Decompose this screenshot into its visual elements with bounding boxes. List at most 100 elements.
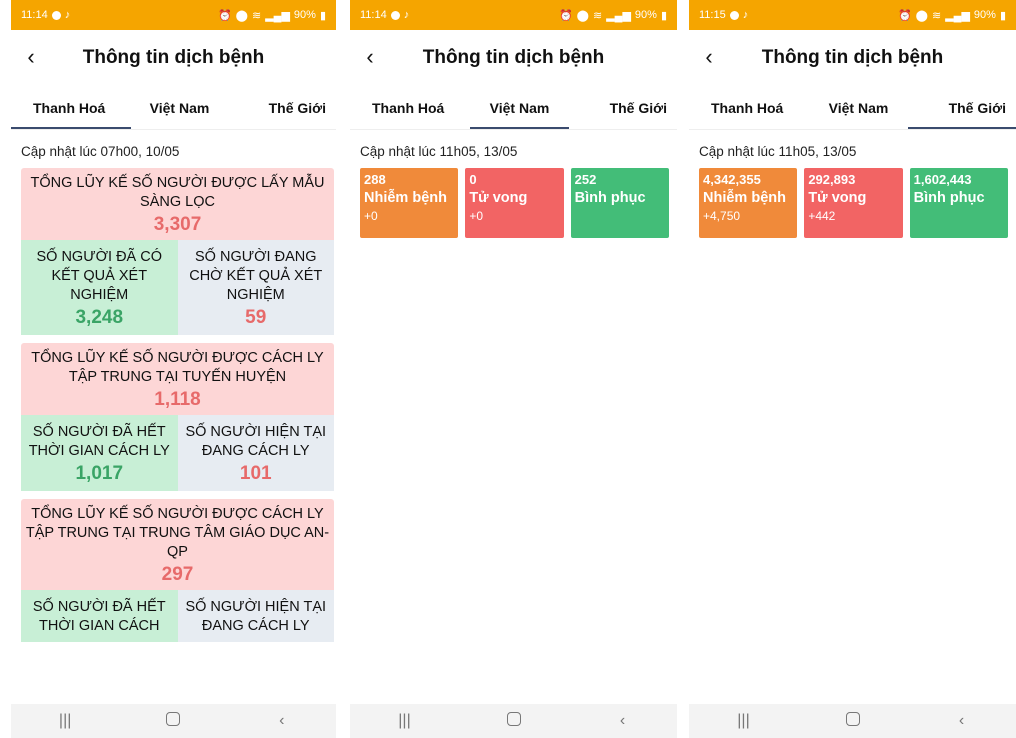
battery-icon: ▮	[660, 9, 667, 22]
updated-time: Cập nhật lúc 07h00, 10/05	[21, 144, 180, 159]
app-notification-icon	[390, 10, 400, 20]
screen-viet-nam: 11:14 ♪ ⏰ ⬤ ≋ ▂▄▆ 90% ▮ ‹ Thông tin dịch bệnh …	[350, 0, 677, 738]
home-icon	[506, 711, 521, 726]
stats-row: 4,342,355 Nhiễm bệnh +4,750 292,893 Tử v…	[689, 168, 1016, 238]
section-title: TỔNG LŨY KẾ SỐ NGƯỜI ĐƯỢC LẤY MẪU SÀNG L…	[30, 175, 325, 210]
tab-thanh-hoa[interactable]: Thanh Hoá	[350, 86, 470, 129]
quarantined-value: 101	[239, 463, 272, 484]
home-button[interactable]	[833, 711, 873, 731]
location-icon: ⬤	[235, 9, 248, 22]
region-tabs: Thanh Hoá Việt Nam Thế Giới	[689, 86, 1016, 130]
status-bar: 11:14 ♪ ⏰ ⬤ ≋ ▂▄▆ 90% ▮	[11, 0, 336, 30]
updated-time: Cập nhật lúc 11h05, 13/05	[360, 144, 518, 159]
tab-the-gioi[interactable]: Thế Giới	[228, 86, 336, 129]
app-bar: ‹ Thông tin dịch bệnh	[350, 30, 677, 86]
section-total: 297	[161, 564, 194, 585]
home-button[interactable]	[153, 711, 193, 731]
recovered-value: 252	[574, 172, 597, 187]
recovered-card: 1,602,443 Bình phục	[909, 168, 1008, 238]
page-title: Thông tin dịch bệnh	[82, 47, 265, 68]
tiktok-icon: ♪	[64, 9, 71, 21]
infected-value: 4,342,355	[703, 172, 761, 187]
tiktok-icon: ♪	[403, 9, 410, 21]
pending-value: 59	[245, 307, 267, 328]
signal-icon: ▂▄▆	[945, 9, 970, 22]
system-nav-bar: ||| ‹	[350, 704, 677, 738]
system-nav-bar: ||| ‹	[11, 704, 336, 738]
page-title: Thông tin dịch bệnh	[422, 47, 605, 68]
app-bar: ‹ Thông tin dịch bệnh	[689, 30, 1016, 86]
recovered-card: 252 Bình phục	[570, 168, 669, 238]
back-button[interactable]: ‹	[262, 712, 302, 730]
back-arrow-icon[interactable]: ‹	[21, 46, 41, 68]
deaths-delta: +0	[469, 209, 484, 223]
recents-button[interactable]: |||	[385, 712, 425, 730]
tiktok-icon: ♪	[742, 9, 749, 21]
infected-card: 288 Nhiễm bệnh +0	[360, 168, 459, 238]
alarm-icon: ⏰	[217, 9, 232, 22]
released-value: 1,017	[75, 463, 124, 484]
back-arrow-icon[interactable]: ‹	[360, 46, 380, 68]
clock: 11:14	[21, 9, 48, 21]
infected-delta: +4,750	[703, 209, 741, 223]
recents-button[interactable]: |||	[724, 712, 764, 730]
deaths-card: 0 Tử vong +0	[465, 168, 564, 238]
recents-button[interactable]: |||	[45, 712, 85, 730]
tab-viet-nam[interactable]: Việt Nam	[809, 86, 907, 129]
infected-delta: +0	[364, 209, 378, 223]
wifi-icon: ≋	[592, 9, 603, 22]
section-title: TỔNG LŨY KẾ SỐ NGƯỜI ĐƯỢC CÁCH LY TẬP TR…	[25, 506, 330, 560]
deaths-label: Tử vong	[469, 190, 528, 206]
tab-the-gioi[interactable]: Thế Giới	[569, 86, 677, 129]
location-icon: ⬤	[576, 9, 589, 22]
screen-thanh-hoa: 11:14 ♪ ⏰ ⬤ ≋ ▂▄▆ 90% ▮ ‹ Thông tin dịch bệnh …	[11, 0, 336, 738]
screen-the-gioi: 11:15 ♪ ⏰ ⬤ ≋ ▂▄▆ 90% ▮ ‹ Thông tin dịch bệnh …	[689, 0, 1016, 738]
alarm-icon: ⏰	[558, 9, 573, 22]
back-button[interactable]: ‹	[942, 712, 982, 730]
updated-time: Cập nhật lúc 11h05, 13/05	[699, 144, 857, 159]
tab-thanh-hoa[interactable]: Thanh Hoá	[11, 86, 131, 129]
app-notification-icon	[729, 10, 739, 20]
deaths-delta: +442	[808, 209, 836, 223]
tab-thanh-hoa[interactable]: Thanh Hoá	[689, 86, 809, 129]
released-label: SỐ NGƯỜI ĐÃ HẾT THỜI GIAN CÁCH LY	[28, 424, 170, 459]
clock: 11:15	[699, 9, 726, 21]
recovered-label: Bình phục	[574, 190, 646, 206]
clock: 11:14	[360, 9, 387, 21]
tab-viet-nam[interactable]: Việt Nam	[131, 86, 229, 129]
home-icon	[845, 711, 860, 726]
tab-viet-nam[interactable]: Việt Nam	[470, 86, 569, 129]
region-tabs: Thanh Hoá Việt Nam Thế Giới	[11, 86, 336, 130]
infected-label: Nhiễm bệnh	[703, 190, 786, 206]
page-title: Thông tin dịch bệnh	[761, 47, 944, 68]
section-title: TỔNG LŨY KẾ SỐ NGƯỜI ĐƯỢC CÁCH LY TẬP TR…	[31, 350, 324, 385]
battery-level: 90%	[634, 9, 657, 21]
system-nav-bar: ||| ‹	[689, 704, 1016, 738]
home-button[interactable]	[494, 711, 534, 731]
recovered-value: 1,602,443	[913, 172, 972, 187]
tested-value: 3,248	[75, 307, 124, 328]
district-quarantine-section: TỔNG LŨY KẾ SỐ NGƯỜI ĐƯỢC CÁCH LY TẬP TR…	[21, 343, 334, 491]
status-bar: 11:15 ♪ ⏰ ⬤ ≋ ▂▄▆ 90% ▮	[689, 0, 1016, 30]
education-center-quarantine-section: TỔNG LŨY KẾ SỐ NGƯỜI ĐƯỢC CÁCH LY TẬP TR…	[21, 499, 334, 642]
wifi-icon: ≋	[251, 9, 262, 22]
deaths-value: 292,893	[808, 172, 856, 187]
stats-scroll[interactable]: TỔNG LŨY KẾ SỐ NGƯỜI ĐƯỢC LẤY MẪU SÀNG L…	[11, 168, 336, 706]
tab-the-gioi[interactable]: Thế Giới	[907, 86, 1016, 129]
back-arrow-icon[interactable]: ‹	[699, 46, 719, 68]
deaths-value: 0	[469, 172, 477, 187]
region-tabs: Thanh Hoá Việt Nam Thế Giới	[350, 86, 677, 130]
recovered-label: Bình phục	[913, 190, 985, 206]
battery-level: 90%	[293, 9, 316, 21]
back-button[interactable]: ‹	[603, 712, 643, 730]
status-bar: 11:14 ♪ ⏰ ⬤ ≋ ▂▄▆ 90% ▮	[350, 0, 677, 30]
deaths-label: Tử vong	[808, 190, 867, 206]
section-total: 1,118	[154, 389, 201, 410]
battery-level: 90%	[973, 9, 996, 21]
released-label: SỐ NGƯỜI ĐÃ HẾT THỜI GIAN CÁCH	[32, 599, 166, 634]
home-icon	[166, 711, 181, 726]
quarantined-label: SỐ NGƯỜI HIỆN TẠI ĐANG CÁCH LY	[185, 424, 327, 459]
wifi-icon: ≋	[931, 9, 942, 22]
pending-label: SỐ NGƯỜI ĐANG CHỜ KẾT QUẢ XÉT NGHIỆM	[189, 249, 323, 303]
deaths-card: 292,893 Tử vong +442	[804, 168, 903, 238]
